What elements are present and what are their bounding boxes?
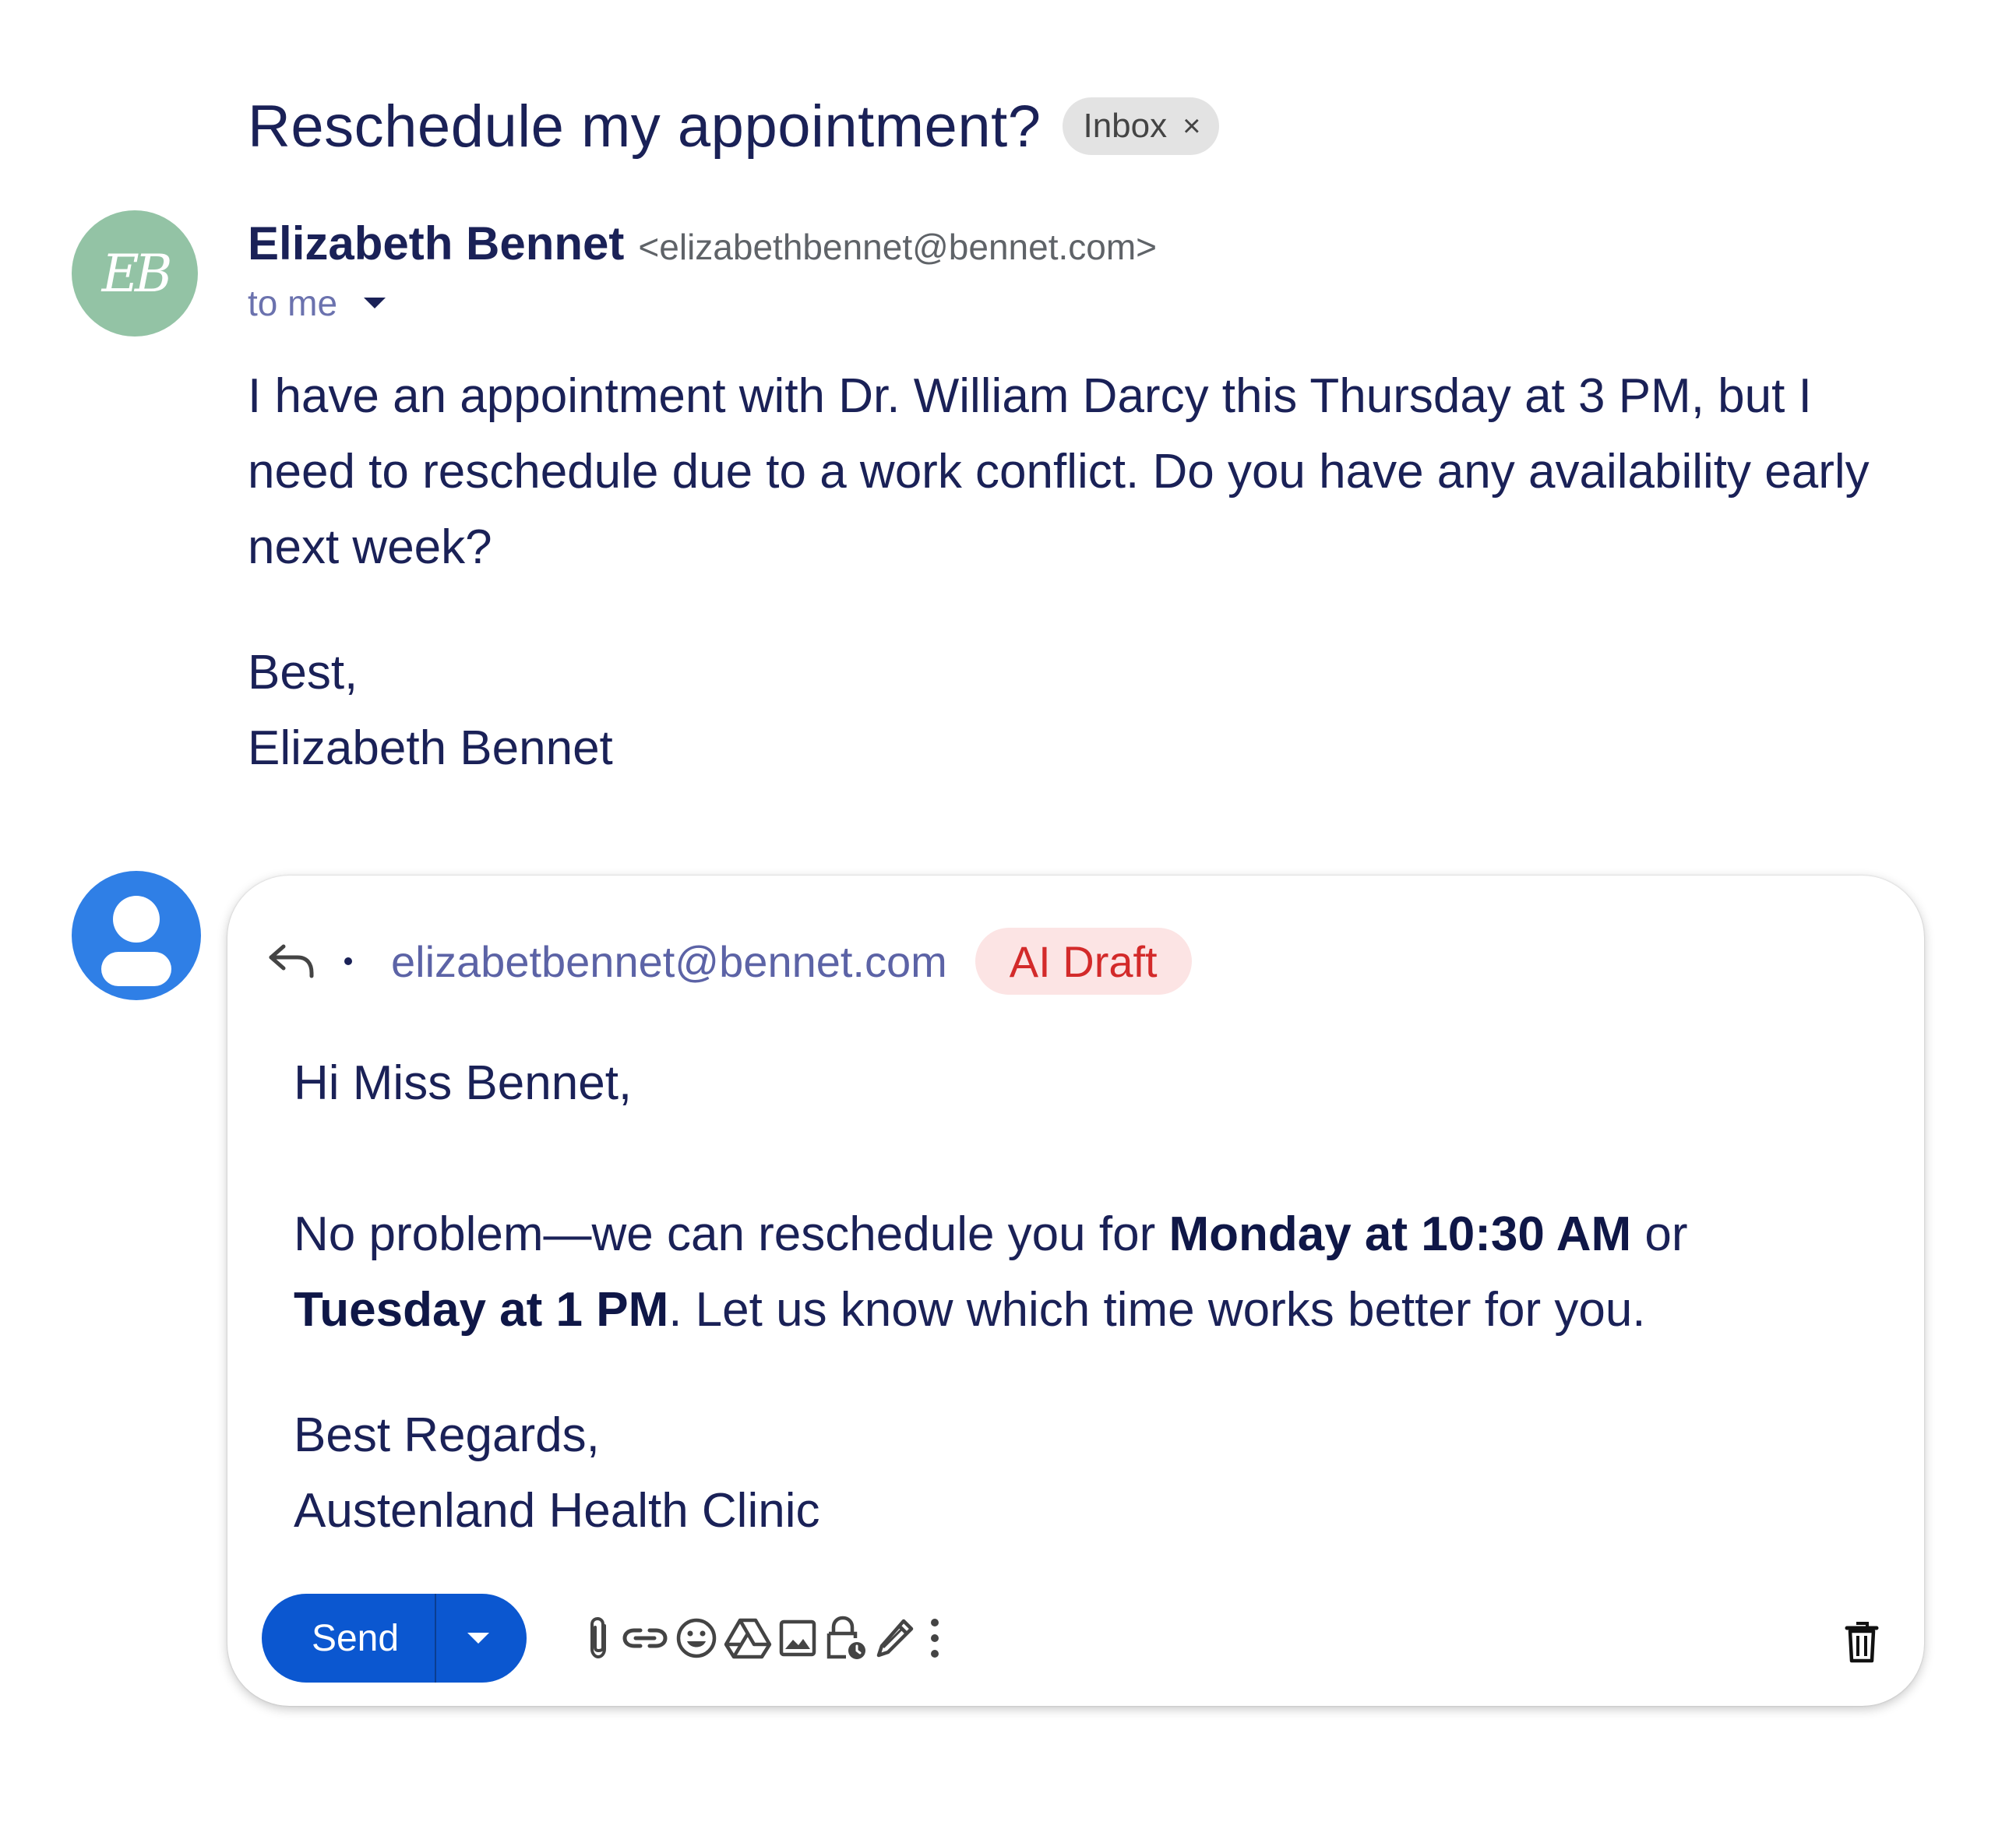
confidential-mode-icon[interactable]	[821, 1613, 871, 1663]
sender-line: Elizabeth Bennet <elizabethbennet@bennet…	[248, 217, 1157, 270]
draft-text: or	[1631, 1207, 1688, 1261]
send-button-group: Send	[262, 1594, 527, 1683]
draft-body-editor[interactable]: Hi Miss Bennet, No problem—we can resche…	[294, 1045, 1836, 1549]
send-button[interactable]: Send	[262, 1594, 435, 1683]
reply-header: elizabetbennet@bennet.com AI Draft	[266, 922, 1192, 1000]
compose-toolbar: Send	[262, 1594, 1890, 1684]
ai-draft-badge: AI Draft	[975, 928, 1192, 995]
drive-icon[interactable]	[723, 1613, 773, 1663]
trash-icon[interactable]	[1837, 1617, 1887, 1667]
remove-label-icon[interactable]: ×	[1182, 111, 1200, 142]
message-signature: Elizabeth Bennet	[248, 721, 613, 775]
recipient-label: to me	[248, 283, 338, 323]
reply-user-avatar[interactable]	[72, 871, 201, 1000]
user-body-shape	[101, 952, 171, 986]
draft-greeting: Hi Miss Bennet,	[294, 1056, 633, 1110]
attach-icon[interactable]	[573, 1613, 623, 1663]
draft-signature: Austenland Health Clinic	[294, 1484, 820, 1538]
draft-option-tuesday: Tuesday at 1 PM	[294, 1283, 669, 1337]
message-body: I have an appointment with Dr. William D…	[248, 358, 1899, 786]
reply-compose-card: elizabetbennet@bennet.com AI Draft Hi Mi…	[227, 876, 1924, 1706]
email-subject: Reschedule my appointment?	[248, 93, 1041, 160]
sender-email: <elizabethbennet@bennet.com>	[638, 227, 1158, 267]
draft-option-monday: Monday at 10:30 AM	[1168, 1207, 1632, 1261]
reply-recipient-email[interactable]: elizabetbennet@bennet.com	[391, 936, 947, 987]
inbox-label-text: Inbox	[1083, 107, 1168, 145]
link-icon[interactable]	[620, 1613, 670, 1663]
message-paragraph: I have an appointment with Dr. William D…	[248, 369, 1870, 574]
chevron-down-icon	[467, 1633, 489, 1644]
header-separator-dot	[344, 957, 352, 965]
email-thread-view: Reschedule my appointment? Inbox × EB El…	[0, 0, 2016, 1829]
message-signoff: Best,	[248, 646, 358, 700]
draft-signoff: Best Regards,	[294, 1408, 600, 1462]
more-options-icon[interactable]	[910, 1613, 960, 1663]
draft-text: No problem—we can reschedule you for	[294, 1207, 1169, 1261]
recipient-details-toggle[interactable]: to me	[248, 282, 386, 324]
subject-row: Reschedule my appointment? Inbox ×	[248, 87, 1220, 165]
photo-icon[interactable]	[773, 1613, 823, 1663]
sender-avatar[interactable]: EB	[72, 210, 198, 337]
send-options-button[interactable]	[436, 1594, 527, 1683]
sender-avatar-initials: EB	[101, 243, 173, 304]
sender-name[interactable]: Elizabeth Bennet	[248, 217, 624, 270]
user-head-shape	[113, 896, 160, 943]
draft-text: . Let us know which time works better fo…	[668, 1283, 1646, 1337]
inbox-label-chip[interactable]: Inbox ×	[1063, 97, 1220, 155]
chevron-down-icon[interactable]	[364, 298, 386, 308]
emoji-icon[interactable]	[671, 1613, 721, 1663]
reply-arrow-icon[interactable]	[266, 942, 318, 981]
draft-paragraph: No problem—we can reschedule you for Mon…	[294, 1196, 1836, 1348]
